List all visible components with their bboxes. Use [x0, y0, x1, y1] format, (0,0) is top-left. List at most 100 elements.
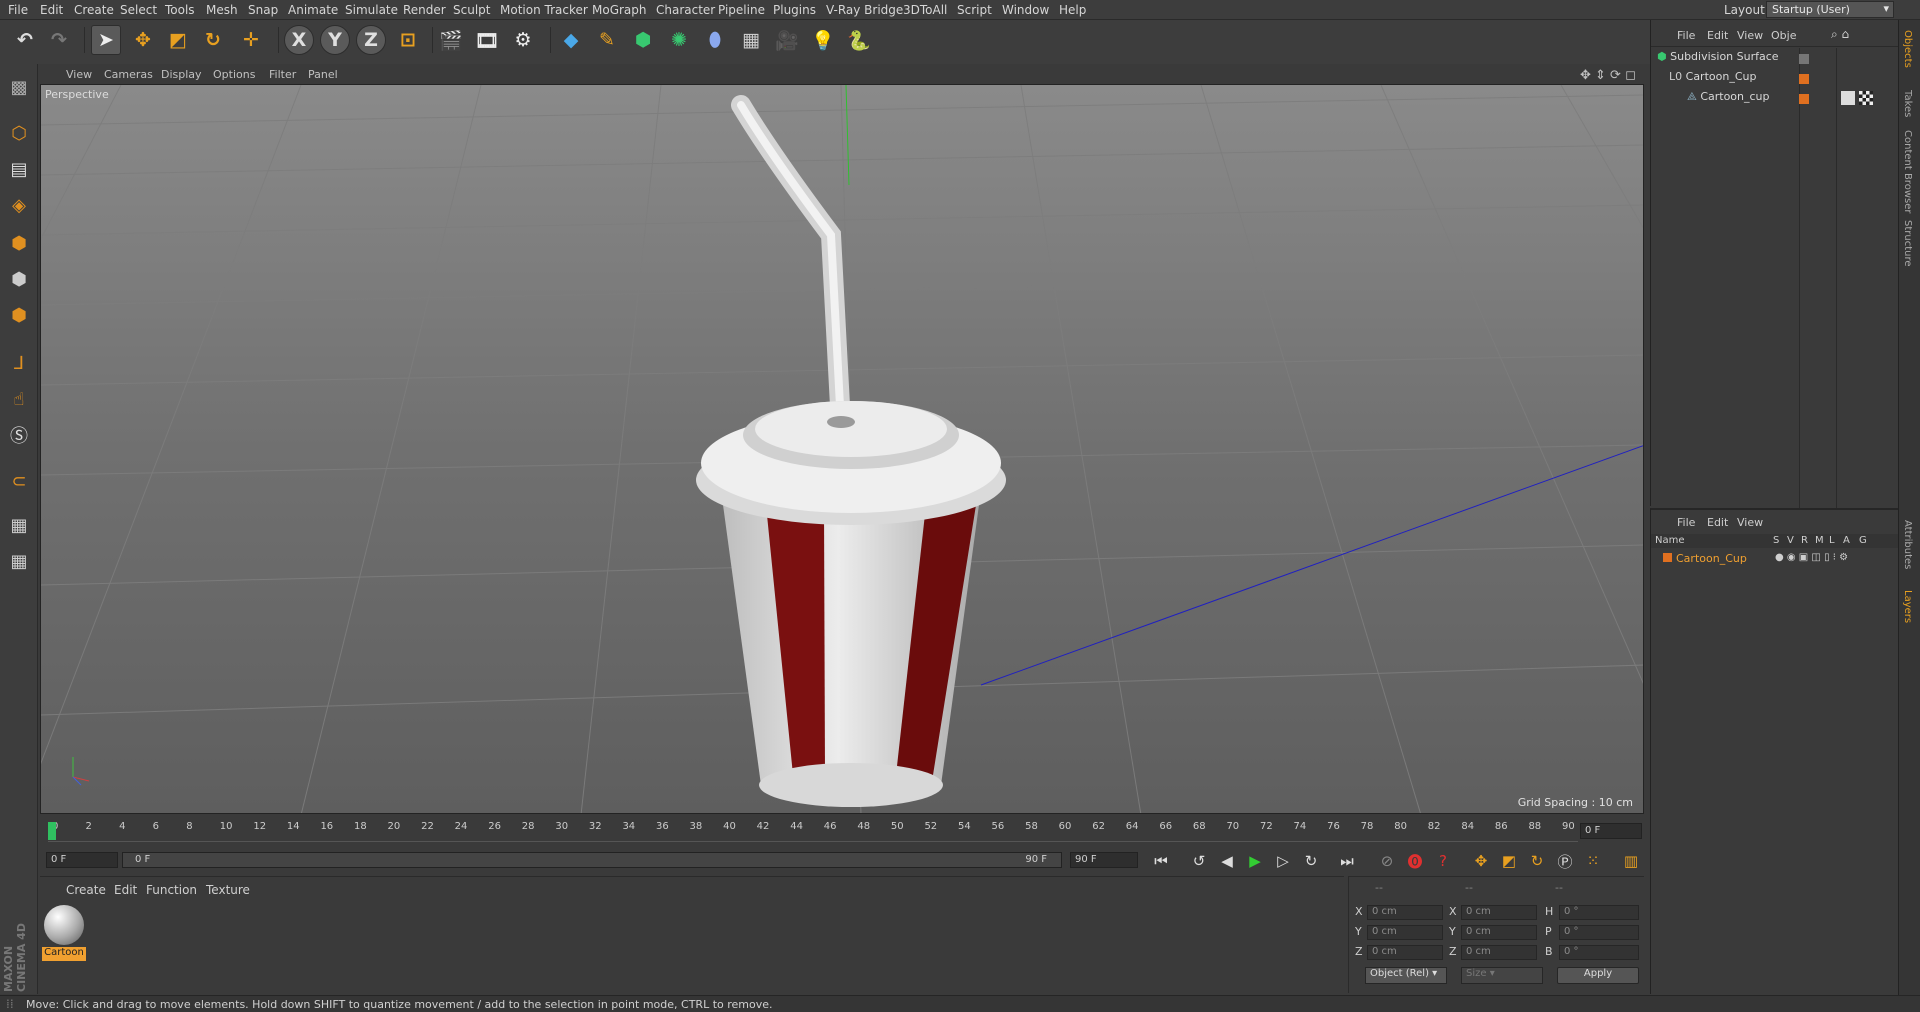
tab-attributes[interactable]: Attributes	[1902, 520, 1913, 569]
python-icon[interactable]: 🐍	[844, 25, 874, 55]
axis-mode-icon[interactable]: ⅃	[4, 348, 34, 378]
coord-mode-select[interactable]: Object (Rel) ▾	[1365, 967, 1447, 984]
current-frame-field[interactable]: 0 F	[1580, 823, 1642, 839]
cube-object-icon[interactable]: ◆	[556, 25, 586, 55]
menu-pipeline[interactable]: Pipeline	[718, 3, 765, 17]
menu-mesh[interactable]: Mesh	[206, 3, 238, 17]
snap-icon[interactable]: Ⓢ	[4, 420, 34, 450]
viewport-navigation-icon[interactable]: ✥ ⇕ ⟳ ◻	[1580, 68, 1636, 83]
go-to-end-icon[interactable]: ⏭	[1336, 850, 1358, 872]
material-menu-create[interactable]: Create	[66, 883, 106, 897]
mograph-cloner-icon[interactable]: ✺	[664, 25, 694, 55]
viewport-menu-display[interactable]: Display	[161, 68, 202, 81]
object-menu-edit[interactable]: Edit	[1707, 29, 1728, 42]
layer-row[interactable]: Cartoon_Cup	[1663, 552, 1747, 570]
z-axis-lock-icon[interactable]: Z	[356, 25, 386, 55]
render-picture-viewer-icon[interactable]: 🎞	[472, 25, 502, 55]
render-settings-icon[interactable]: ⚙	[508, 25, 538, 55]
object-row-cartoon-cup-null[interactable]: L0 Cartoon_Cup	[1669, 70, 1756, 88]
object-menu-view[interactable]: View	[1737, 29, 1763, 42]
object-row-cartoon-cup-mesh[interactable]: ⟁ Cartoon_cup	[1687, 90, 1770, 108]
coord-rot-b-field[interactable]: 0 °	[1559, 945, 1639, 960]
viewport-menu-cameras[interactable]: Cameras	[104, 68, 153, 81]
key-position-icon[interactable]: ✥	[1470, 850, 1492, 872]
redo-icon[interactable]: ↷	[44, 25, 74, 55]
menu-create[interactable]: Create	[74, 3, 114, 17]
tab-content-browser[interactable]: Content Browser	[1902, 130, 1913, 213]
viewport-menu-view[interactable]: View	[66, 68, 92, 81]
magnet-icon[interactable]: ⊂	[4, 466, 34, 496]
viewport-menu-options[interactable]: Options	[213, 68, 255, 81]
go-to-start-icon[interactable]: ⏮	[1150, 850, 1172, 872]
select-tool-icon[interactable]: ➤	[91, 25, 121, 55]
layer-toggle-icons[interactable]: ● ◉ ▣ ◫ ▯ ⁝ ⚙	[1775, 552, 1848, 563]
edges-mode-icon[interactable]: ⬢	[4, 264, 34, 294]
undo-icon[interactable]: ↶	[10, 25, 40, 55]
y-axis-lock-icon[interactable]: Y	[320, 25, 350, 55]
coord-rot-p-field[interactable]: 0 °	[1559, 925, 1639, 940]
tab-takes[interactable]: Takes	[1902, 90, 1913, 117]
coord-size-y-field[interactable]: 0 cm	[1461, 925, 1537, 940]
object-manager-search-icon[interactable]: ⌕ ⌂	[1831, 27, 1849, 42]
layer-menu-edit[interactable]: Edit	[1707, 516, 1728, 529]
texture-tag-icon[interactable]	[1859, 91, 1873, 105]
viewport-menu-filter[interactable]: Filter	[269, 68, 296, 81]
key-rotation-icon[interactable]: ↻	[1526, 850, 1548, 872]
deformer-bend-icon[interactable]: ⬮	[700, 25, 730, 55]
end-frame-field[interactable]: 90 F	[1070, 852, 1138, 868]
coord-size-z-field[interactable]: 0 cm	[1461, 945, 1537, 960]
layer-tag-icon[interactable]	[1799, 54, 1809, 64]
menu-animate[interactable]: Animate	[288, 3, 338, 17]
x-axis-lock-icon[interactable]: X	[284, 25, 314, 55]
key-parameter-icon[interactable]: Ⓟ	[1554, 850, 1576, 872]
menu-motion-tracker[interactable]: Motion Tracker	[500, 3, 588, 17]
rotate-tool-icon[interactable]: ↻	[198, 25, 228, 55]
menu-select[interactable]: Select	[120, 3, 157, 17]
menu-snap[interactable]: Snap	[248, 3, 278, 17]
material-tag-icon[interactable]	[1841, 91, 1855, 105]
object-menu-objects[interactable]: Obje	[1771, 29, 1796, 42]
tab-structure[interactable]: Structure	[1902, 220, 1913, 267]
keyframe-selection-icon[interactable]: ?	[1432, 850, 1454, 872]
tweak-mode-icon[interactable]: ☝	[4, 384, 34, 414]
menu-3dtoall[interactable]: 3DToAll	[903, 3, 947, 17]
move-tool-icon[interactable]: ✥	[128, 25, 158, 55]
next-frame-icon[interactable]: ▷	[1272, 850, 1294, 872]
play-icon[interactable]: ▶	[1244, 850, 1266, 872]
coord-pos-y-field[interactable]: 0 cm	[1367, 925, 1443, 940]
viewport-menu-panel[interactable]: Panel	[308, 68, 338, 81]
coord-pos-x-field[interactable]: 0 cm	[1367, 905, 1443, 920]
timeline-ruler[interactable]: 0246810121416182022242628303234363840424…	[40, 818, 1644, 844]
camera-icon[interactable]: 🎥	[772, 25, 802, 55]
material-menu-function[interactable]: Function	[146, 883, 197, 897]
next-key-icon[interactable]: ↻	[1300, 850, 1322, 872]
layout-select[interactable]: Startup (User)	[1766, 1, 1894, 18]
auto-key-icon[interactable]: ⓿	[1404, 850, 1426, 872]
material-swatch[interactable]: Cartoon	[42, 903, 86, 961]
start-frame-field[interactable]: 0 F	[46, 852, 118, 868]
timeline-track[interactable]: 0246810121416182022242628303234363840424…	[48, 820, 1578, 842]
light-icon[interactable]: 💡	[808, 25, 838, 55]
menu-plugins[interactable]: Plugins	[773, 3, 816, 17]
grid-snap-icon[interactable]: ▦	[4, 546, 34, 576]
key-scale-icon[interactable]: ◩	[1498, 850, 1520, 872]
menu-window[interactable]: Window	[1002, 3, 1049, 17]
layer-color-swatch[interactable]	[1799, 94, 1809, 104]
record-keys-off-icon[interactable]: ⊘	[1376, 850, 1398, 872]
material-menu-texture[interactable]: Texture	[206, 883, 250, 897]
object-row-subdivision[interactable]: ⬢ Subdivision Surface	[1657, 50, 1779, 68]
tab-objects[interactable]: Objects	[1902, 30, 1913, 68]
layer-menu-view[interactable]: View	[1737, 516, 1763, 529]
frame-range-slider[interactable]: 0 F 90 F	[122, 852, 1062, 868]
layer-menu-file[interactable]: File	[1677, 516, 1695, 529]
menu-file[interactable]: File	[8, 3, 28, 17]
points-mode-icon[interactable]: ⬢	[4, 228, 34, 258]
tab-layers[interactable]: Layers	[1902, 590, 1913, 623]
menu-sculpt[interactable]: Sculpt	[453, 3, 490, 17]
previous-frame-icon[interactable]: ◀	[1216, 850, 1238, 872]
object-menu-file[interactable]: File	[1677, 29, 1695, 42]
subdivision-surface-icon[interactable]: ⬢	[628, 25, 658, 55]
previous-key-icon[interactable]: ↺	[1188, 850, 1210, 872]
model-mode-icon[interactable]: ⬡	[4, 118, 34, 148]
menu-edit[interactable]: Edit	[40, 3, 63, 17]
